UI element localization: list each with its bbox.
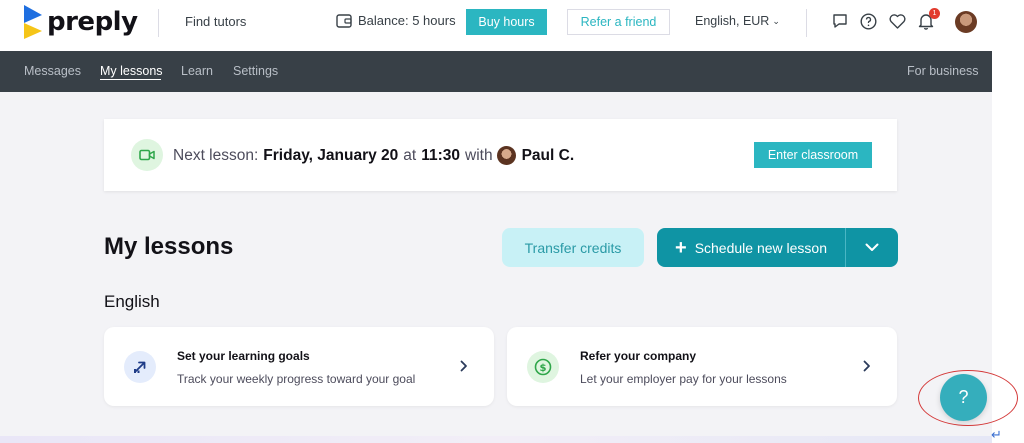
next-lesson-prefix: Next lesson:	[173, 146, 259, 164]
refer-friend-button[interactable]: Refer a friend	[567, 9, 670, 35]
schedule-new-lesson-button[interactable]: + Schedule new lesson	[657, 228, 845, 267]
preply-logo[interactable]: preply	[24, 5, 138, 39]
chevron-down-icon: ⌄	[772, 15, 780, 26]
help-button[interactable]: ?	[940, 374, 987, 421]
next-lesson-text: Next lesson: Friday, January 20 at 11:30…	[173, 146, 579, 165]
page-title: My lessons	[104, 233, 234, 260]
wallet-icon	[336, 13, 352, 28]
tutor-avatar	[496, 146, 516, 165]
nav-messages[interactable]: Messages	[24, 64, 81, 78]
goal-arrow-icon	[124, 351, 156, 383]
divider	[806, 9, 807, 37]
chevron-right-icon	[456, 358, 472, 374]
notification-badge: 1	[929, 8, 940, 19]
video-camera-icon	[131, 139, 163, 171]
secondary-nav: Messages My lessons Learn Settings For b…	[0, 51, 992, 92]
active-tab-underline	[100, 79, 161, 80]
bottom-edge	[0, 436, 992, 443]
subject-heading: English	[104, 292, 160, 311]
language-label: English, EUR	[695, 14, 770, 28]
chevron-down-icon	[865, 243, 879, 251]
schedule-options-dropdown[interactable]	[846, 228, 898, 267]
card-subtitle: Track your weekly progress toward your g…	[177, 372, 416, 386]
divider	[158, 9, 159, 37]
balance-display[interactable]: Balance: 5 hours	[336, 13, 456, 28]
tutor-name[interactable]: Paul C.	[522, 147, 575, 165]
next-lesson-time: 11:30	[421, 146, 461, 164]
svg-text:$: $	[540, 363, 547, 374]
card-title: Refer your company	[580, 349, 697, 363]
language-currency-select[interactable]: English, EUR ⌄	[695, 14, 780, 28]
nav-for-business[interactable]: For business	[907, 64, 979, 78]
find-tutors-link[interactable]: Find tutors	[185, 14, 246, 29]
return-arrow-icon: ↵	[991, 427, 1002, 442]
top-header: preply Find tutors Balance: 5 hours Buy …	[0, 0, 992, 51]
schedule-label: Schedule new lesson	[694, 239, 827, 256]
nav-settings[interactable]: Settings	[233, 64, 278, 78]
next-lesson-with: with	[465, 146, 493, 164]
next-lesson-date: Friday, January 20	[263, 146, 399, 164]
chevron-right-icon	[859, 358, 875, 374]
heart-icon[interactable]	[887, 11, 907, 31]
logo-text: preply	[47, 7, 138, 37]
nav-my-lessons[interactable]: My lessons	[100, 64, 163, 78]
dollar-coin-icon: $	[527, 351, 559, 383]
user-avatar[interactable]	[955, 11, 977, 33]
help-circle-icon[interactable]	[858, 11, 878, 31]
refer-company-card[interactable]: $ Refer your company Let your employer p…	[507, 327, 897, 406]
messages-icon[interactable]	[830, 11, 850, 31]
balance-text: Balance: 5 hours	[358, 13, 456, 28]
transfer-credits-button[interactable]: Transfer credits	[502, 228, 644, 267]
card-subtitle: Let your employer pay for your lessons	[580, 372, 787, 386]
next-lesson-at: at	[403, 146, 417, 164]
nav-learn[interactable]: Learn	[181, 64, 213, 78]
enter-classroom-button[interactable]: Enter classroom	[754, 142, 872, 168]
learning-goals-card[interactable]: Set your learning goals Track your weekl…	[104, 327, 494, 406]
card-title: Set your learning goals	[177, 349, 310, 363]
plus-icon: +	[675, 236, 687, 259]
logo-mark-icon	[24, 5, 42, 39]
buy-hours-button[interactable]: Buy hours	[466, 9, 547, 35]
